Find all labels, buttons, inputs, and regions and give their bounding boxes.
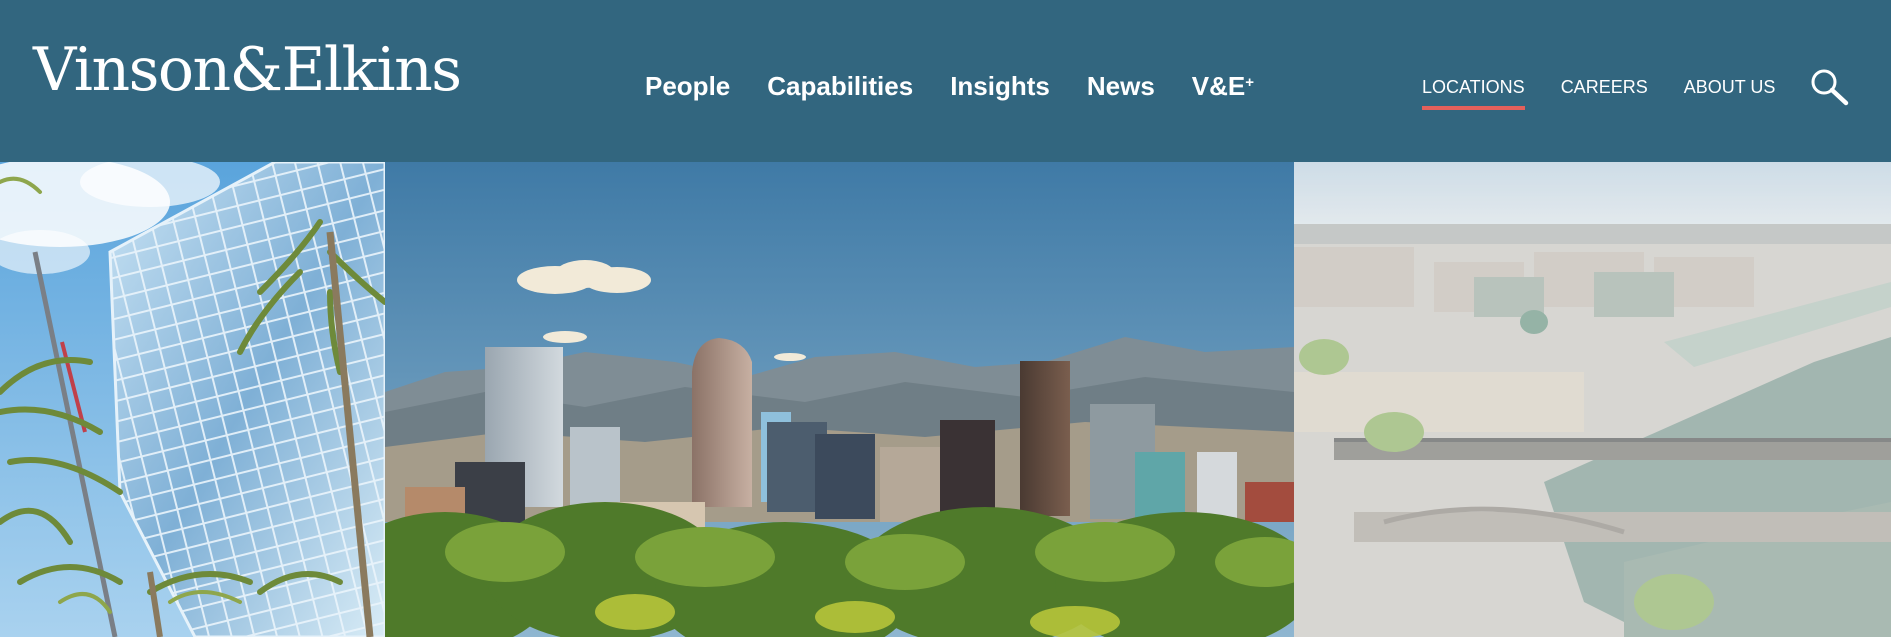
search-button[interactable] (1808, 66, 1850, 108)
nav-link-news[interactable]: News (1087, 66, 1155, 106)
utility-nav: LOCATIONS CAREERS ABOUT US (1422, 74, 1776, 110)
nav-link-careers[interactable]: CAREERS (1561, 74, 1648, 100)
logo[interactable]: Vinson&Elkins (33, 34, 462, 106)
nav-link-insights[interactable]: Insights (950, 66, 1050, 106)
hero-image-river-city (1294, 162, 1891, 637)
nav-link-ve-label: V&E (1191, 71, 1246, 101)
nav-link-ve-plus[interactable]: V&E+ (1192, 66, 1254, 106)
nav-link-capabilities[interactable]: Capabilities (767, 66, 913, 106)
nav-link-locations[interactable]: LOCATIONS (1422, 74, 1525, 110)
search-icon (1811, 69, 1849, 106)
nav-link-people[interactable]: People (645, 66, 730, 106)
hero-image-city-skyline (385, 162, 1294, 637)
nav-link-about-us[interactable]: ABOUT US (1684, 74, 1776, 100)
main-nav: People Capabilities Insights News V&E+ (645, 66, 1254, 106)
site-header: Vinson&Elkins People Capabilities Insigh… (0, 0, 1891, 162)
hero-image-glass-tower (0, 162, 385, 637)
nav-link-ve-superscript: + (1245, 74, 1255, 91)
